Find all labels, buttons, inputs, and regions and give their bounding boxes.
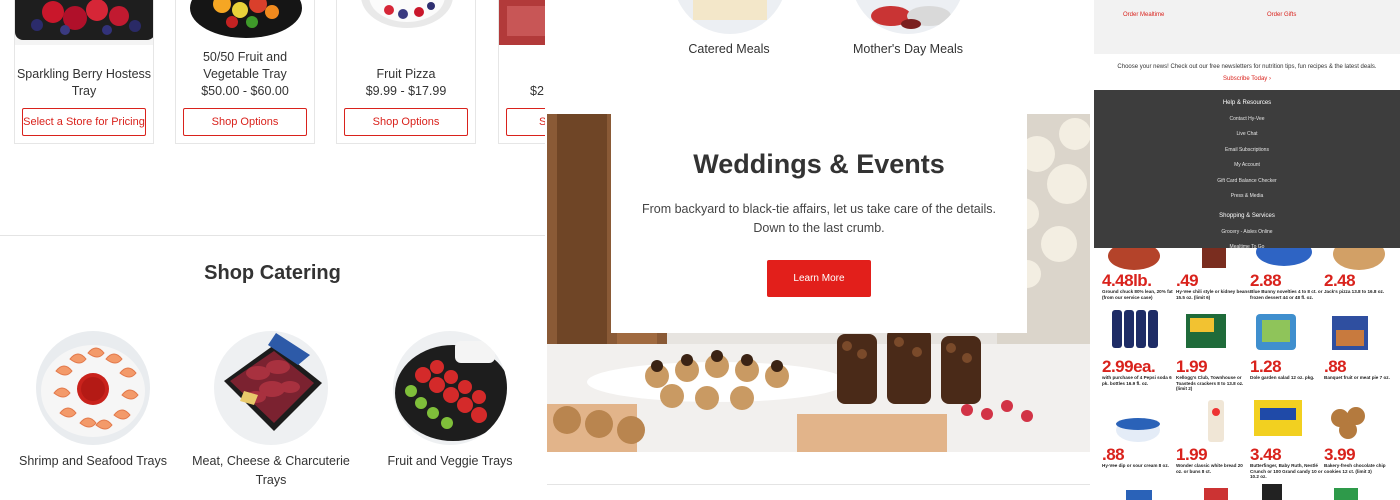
product-card[interactable]: $2… S… [498,0,545,144]
flyer-item-description: Kellogg's Club, Townhouse or Toasteds cr… [1176,375,1244,391]
flyer-item-price: 1.99 [1176,357,1208,376]
newsletter-promo: Choose your news! Check out our free new… [1104,61,1390,85]
section-divider [547,484,1090,485]
product-name[interactable]: Sparkling Berry Hostess Tray [15,66,153,100]
flyer-item[interactable]: 4.48lb. Ground chuck 80% lean, 20% fat (… [1102,272,1176,300]
footer-link-live-chat[interactable]: Live Chat [1094,131,1400,137]
catered-meals-image[interactable] [673,0,787,34]
newsletter-text: Choose your news! Check out our free new… [1117,64,1377,70]
product-image[interactable] [337,0,475,45]
shopping-services-heading: Shopping & Services [1219,213,1275,219]
shop-catering-heading: Shop Catering [204,262,341,284]
flyer-item-description: Blue Bunny novelties 4 to 8 ct. or froze… [1250,289,1323,300]
select-store-button[interactable]: Select a Store for Pricing [22,108,146,136]
order-links-bar: Order Mealtime Order Gifts [1094,0,1400,54]
flyer-item-description: Hy-Vee chili style or kidney beans 15.5 … [1176,289,1250,300]
catered-meals-label[interactable]: Catered Meals [629,42,829,56]
hero-description-line2: Down to the last crumb. [753,221,885,235]
subscribe-today-link[interactable]: Subscribe Today › [1223,76,1271,82]
flyer-item[interactable]: .88 Banquet fruit or meat pie 7 oz. [1324,358,1398,381]
flyer-item-description: Butterfinger, Baby Ruth, Nestlé Crunch o… [1250,463,1323,479]
flyer-item[interactable]: .88 Hy-Vee dip or sour cream 8 oz. [1102,446,1176,469]
hero-description: From backyard to black-tie affairs, let … [611,200,1027,238]
shop-options-button[interactable]: Shop Options [344,108,468,136]
hero-content-box: Weddings & Events From backyard to black… [611,114,1027,333]
flyer-item-price: .88 [1324,357,1347,376]
flyer-item-description: with purchase of 4 Pepsi soda 6 pk. bott… [1102,375,1172,386]
category-meat-cheese[interactable]: Meat, Cheese & Charcuterie Trays [186,331,356,490]
flyer-item[interactable]: .49 Hy-Vee chili style or kidney beans 1… [1176,272,1250,300]
product-card[interactable]: Fruit Pizza $9.99 - $17.99 Shop Options [336,0,476,144]
flyer-item-price: 2.48 [1324,271,1356,290]
flyer-item-price: .88 [1102,445,1125,464]
flyer-item-description: Dole garden salad 12 oz. pkg. [1250,375,1315,380]
flyer-item-description: Wonder classic white bread 20 oz. or bun… [1176,463,1243,474]
help-resources-heading: Help & Resources [1222,100,1272,106]
product-name[interactable]: 50/50 Fruit and Vegetable Tray [176,49,314,83]
flyer-item-price: 4.48lb. [1102,271,1152,290]
order-gifts-link[interactable]: Order Gifts [1267,12,1296,18]
category-label[interactable]: Meat, Cheese & Charcuterie Trays [186,452,356,490]
footer-link-aisles-online[interactable]: Grocery - Aisles Online [1094,229,1400,235]
section-divider [0,235,545,236]
learn-more-button[interactable]: Learn More [767,260,871,297]
flyer-item[interactable]: 2.88 Blue Bunny novelties 4 to 8 ct. or … [1250,272,1324,300]
site-footer: Help & Resources Contact Hy-Vee Live Cha… [1094,90,1400,250]
footer-link-contact[interactable]: Contact Hy-Vee [1094,116,1400,122]
footer-link-my-account[interactable]: My Account [1094,162,1400,168]
flyer-item[interactable]: 3.99 Bakery-fresh chocolate chip cookies… [1324,446,1398,474]
flyer-item[interactable]: 2.48 Jack's pizza 13.8 to 16.8 oz. [1324,272,1398,295]
meals-events-panel: Catered Meals Mother's Day Meals Wedding… [547,0,1090,500]
product-image[interactable] [499,0,545,45]
mothers-day-meals-label[interactable]: Mother's Day Meals [808,42,1008,56]
footer-link-press-media[interactable]: Press & Media [1094,193,1400,199]
catering-products-panel: Sparkling Berry Hostess Tray Select a St… [0,0,545,500]
product-card[interactable]: 50/50 Fruit and Vegetable Tray $50.00 - … [175,0,315,144]
product-price: $50.00 - $60.00 [201,84,289,98]
category-image[interactable] [214,331,328,445]
flyer-item-description: Banquet fruit or meat pie 7 oz. [1324,375,1390,380]
mothers-day-meals-image[interactable] [851,0,965,34]
flyer-item-price: .49 [1176,271,1199,290]
weddings-events-hero: Weddings & Events From backyard to black… [547,114,1090,452]
flyer-item-description: Jack's pizza 13.8 to 16.8 oz. [1324,289,1385,294]
category-label[interactable]: Fruit and Veggie Trays [365,452,535,471]
footer-link-gift-card-balance[interactable]: Gift Card Balance Checker [1094,178,1400,184]
flyer-item[interactable]: 3.48 Butterfinger, Baby Ruth, Nestlé Cru… [1250,446,1324,480]
category-image[interactable] [393,331,507,445]
newsletter-footer-panel: Order Mealtime Order Gifts Choose your n… [1094,0,1400,500]
flyer-item-price: 3.99 [1324,445,1356,464]
flyer-item[interactable]: 1.99 Wonder classic white bread 20 oz. o… [1176,446,1250,474]
product-card[interactable]: Sparkling Berry Hostess Tray Select a St… [14,0,154,144]
flyer-item-description: Hy-Vee dip or sour cream 8 oz. [1102,463,1169,468]
flyer-item-price: 2.88 [1250,271,1282,290]
product-image[interactable] [176,0,314,45]
shop-options-button[interactable]: S… [506,108,545,136]
flyer-item-price: 1.99 [1176,445,1208,464]
category-fruit-veggie[interactable]: Fruit and Veggie Trays [365,331,535,471]
product-price: $2… [530,84,545,98]
flyer-item-description: Ground chuck 80% lean, 20% fat (from our… [1102,289,1173,300]
page: Sparkling Berry Hostess Tray Select a St… [0,0,1400,500]
category-shrimp-seafood[interactable]: Shrimp and Seafood Trays [8,331,178,471]
hero-title: Weddings & Events [693,149,945,179]
product-price: $9.99 - $17.99 [365,84,447,98]
shop-options-button[interactable]: Shop Options [183,108,307,136]
flyer-item-description: Bakery-fresh chocolate chip cookies 12 c… [1324,463,1386,474]
flyer-item-price: 3.48 [1250,445,1282,464]
product-name[interactable]: Fruit Pizza [337,66,475,83]
flyer-item-price: 2.99ea. [1102,357,1156,376]
category-image[interactable] [36,331,150,445]
hero-description-line1: From backyard to black-tie affairs, let … [641,202,997,216]
chevron-right-icon: › [1268,76,1271,82]
order-mealtime-link[interactable]: Order Mealtime [1123,12,1164,18]
category-label[interactable]: Shrimp and Seafood Trays [8,452,178,471]
flyer-item[interactable]: 1.28 Dole garden salad 12 oz. pkg. [1250,358,1324,381]
product-image[interactable] [15,0,153,45]
flyer-item[interactable]: 2.99ea. with purchase of 4 Pepsi soda 6 … [1102,358,1176,386]
footer-link-email-subscriptions[interactable]: Email Subscriptions [1094,147,1400,153]
flyer-item-price: 1.28 [1250,357,1282,376]
flyer-item[interactable]: 1.99 Kellogg's Club, Townhouse or Toaste… [1176,358,1250,392]
weekly-ad-flyer[interactable]: 4.48lb. Ground chuck 80% lean, 20% fat (… [1094,248,1400,500]
